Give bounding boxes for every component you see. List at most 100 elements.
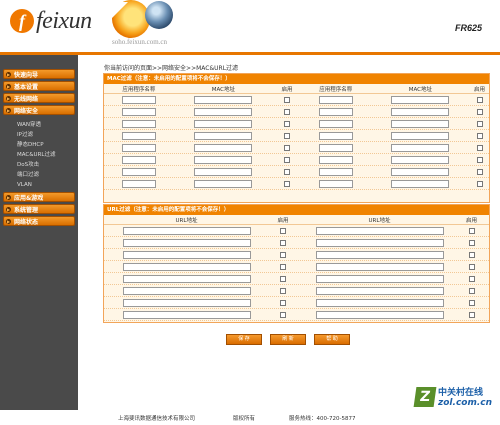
sidebar-item-4[interactable]: ▶ 应用&游戏	[3, 192, 75, 202]
url-input[interactable]	[315, 262, 444, 271]
url-input[interactable]	[122, 250, 251, 259]
app-name-input[interactable]	[121, 179, 156, 188]
submenu-item[interactable]: 静态DHCP	[17, 140, 75, 150]
mac-address-input[interactable]	[194, 131, 253, 140]
enable-checkbox[interactable]	[468, 311, 475, 318]
url-input[interactable]	[122, 238, 251, 247]
enable-checkbox[interactable]	[468, 227, 475, 234]
app-name-input[interactable]	[318, 131, 353, 140]
enable-checkbox[interactable]	[284, 156, 291, 163]
sidebar-item-6[interactable]: ▶ 网络状态	[3, 216, 75, 226]
enable-checkbox[interactable]	[284, 120, 291, 127]
url-input[interactable]	[315, 286, 444, 295]
enable-checkbox[interactable]	[476, 96, 483, 103]
url-input[interactable]	[122, 262, 251, 271]
mac-address-input[interactable]	[391, 107, 450, 116]
help-button[interactable]: 帮 助	[314, 334, 350, 345]
enable-checkbox[interactable]	[280, 275, 286, 282]
url-input[interactable]	[122, 298, 251, 307]
arrow-right-icon: ▶	[6, 107, 11, 113]
url-input[interactable]	[122, 310, 251, 319]
mac-address-input[interactable]	[391, 167, 450, 176]
sidebar-item-3[interactable]: ▶ 网络安全	[3, 105, 75, 115]
submenu-item[interactable]: IP过滤	[17, 130, 75, 140]
enable-checkbox[interactable]	[468, 299, 475, 306]
app-name-input[interactable]	[318, 95, 353, 104]
url-input[interactable]	[122, 286, 251, 295]
enable-checkbox[interactable]	[284, 144, 291, 151]
url-input[interactable]	[315, 226, 444, 235]
enable-checkbox[interactable]	[280, 299, 286, 306]
enable-checkbox[interactable]	[468, 263, 475, 270]
sidebar-item-0[interactable]: ▶ 快速向导	[3, 69, 75, 79]
app-name-input[interactable]	[121, 131, 156, 140]
url-filter-title: URL过滤（注意：未启用的配置项将不会保存！）	[104, 205, 489, 215]
app-name-input[interactable]	[121, 155, 156, 164]
submenu-item[interactable]: 端口过滤	[17, 170, 75, 180]
url-input[interactable]	[315, 310, 444, 319]
app-name-input[interactable]	[318, 107, 353, 116]
enable-checkbox[interactable]	[476, 132, 483, 139]
enable-checkbox[interactable]	[280, 251, 286, 258]
mac-address-input[interactable]	[194, 167, 253, 176]
enable-checkbox[interactable]	[476, 180, 483, 187]
url-input[interactable]	[122, 274, 251, 283]
app-name-input[interactable]	[121, 143, 156, 152]
sidebar-item-2[interactable]: ▶ 无线网络	[3, 93, 75, 103]
enable-checkbox[interactable]	[280, 263, 286, 270]
refresh-button[interactable]: 刷 新	[270, 334, 306, 345]
table-row	[104, 237, 489, 249]
enable-checkbox[interactable]	[284, 132, 291, 139]
app-name-input[interactable]	[318, 143, 353, 152]
url-input[interactable]	[315, 274, 444, 283]
enable-checkbox[interactable]	[476, 144, 483, 151]
app-name-input[interactable]	[318, 167, 353, 176]
url-input[interactable]	[315, 238, 444, 247]
app-name-input[interactable]	[318, 119, 353, 128]
enable-checkbox[interactable]	[476, 108, 483, 115]
submenu-item[interactable]: WAN穿透	[17, 120, 75, 130]
mac-address-input[interactable]	[391, 131, 450, 140]
enable-checkbox[interactable]	[284, 180, 291, 187]
submenu-item[interactable]: VLAN	[17, 180, 75, 190]
app-name-input[interactable]	[121, 95, 156, 104]
app-name-input[interactable]	[121, 119, 156, 128]
enable-checkbox[interactable]	[284, 108, 291, 115]
mac-address-input[interactable]	[391, 119, 450, 128]
enable-checkbox[interactable]	[284, 168, 291, 175]
mac-address-input[interactable]	[194, 95, 253, 104]
app-name-input[interactable]	[121, 107, 156, 116]
mac-address-input[interactable]	[194, 155, 253, 164]
mac-address-input[interactable]	[391, 143, 450, 152]
url-input[interactable]	[315, 250, 444, 259]
app-name-input[interactable]	[121, 167, 156, 176]
mac-address-input[interactable]	[391, 95, 450, 104]
mac-address-input[interactable]	[391, 155, 450, 164]
enable-checkbox[interactable]	[476, 120, 483, 127]
sidebar-item-1[interactable]: ▶ 基本设置	[3, 81, 75, 91]
enable-checkbox[interactable]	[280, 227, 286, 234]
url-input[interactable]	[122, 226, 251, 235]
enable-checkbox[interactable]	[280, 287, 286, 294]
enable-checkbox[interactable]	[280, 239, 286, 246]
enable-checkbox[interactable]	[280, 311, 286, 318]
url-input[interactable]	[315, 298, 444, 307]
enable-checkbox[interactable]	[468, 239, 475, 246]
mac-address-input[interactable]	[391, 179, 450, 188]
submenu-item[interactable]: MAC&URL过滤	[17, 150, 75, 160]
mac-address-input[interactable]	[194, 119, 253, 128]
sidebar-item-5[interactable]: ▶ 系统管理	[3, 204, 75, 214]
app-name-input[interactable]	[318, 155, 353, 164]
enable-checkbox[interactable]	[284, 96, 291, 103]
submenu-item[interactable]: DoS攻击	[17, 160, 75, 170]
mac-address-input[interactable]	[194, 179, 253, 188]
mac-address-input[interactable]	[194, 143, 253, 152]
mac-address-input[interactable]	[194, 107, 253, 116]
app-name-input[interactable]	[318, 179, 353, 188]
enable-checkbox[interactable]	[476, 156, 483, 163]
enable-checkbox[interactable]	[476, 168, 483, 175]
enable-checkbox[interactable]	[468, 275, 475, 282]
enable-checkbox[interactable]	[468, 251, 475, 258]
save-button[interactable]: 保 存	[226, 334, 262, 345]
enable-checkbox[interactable]	[468, 287, 475, 294]
